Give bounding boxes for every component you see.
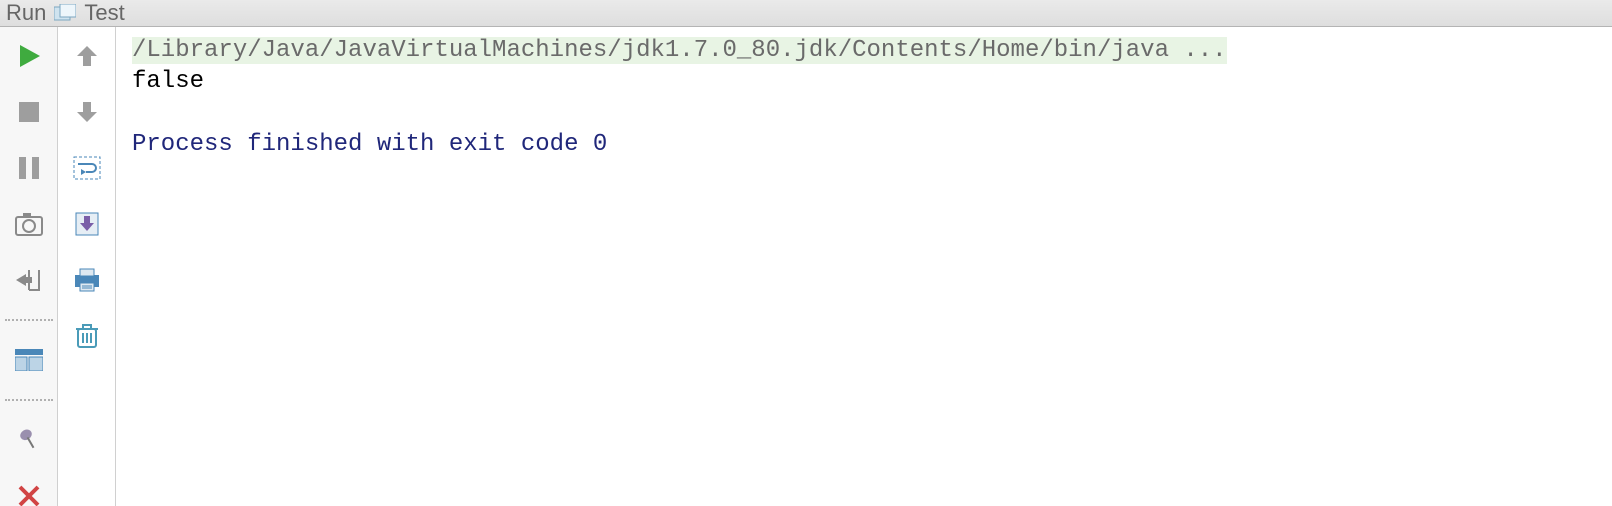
- print-icon: [73, 267, 101, 293]
- console-command-line: /Library/Java/JavaVirtualMachines/jdk1.7…: [132, 37, 1227, 64]
- run-config-tab-icon: [54, 4, 76, 22]
- scroll-down-button[interactable]: [68, 93, 106, 131]
- dump-threads-button[interactable]: [10, 205, 48, 243]
- trash-icon: [74, 323, 100, 349]
- arrow-down-icon: [75, 100, 99, 124]
- console-output[interactable]: /Library/Java/JavaVirtualMachines/jdk1.7…: [116, 27, 1612, 506]
- scroll-to-end-button[interactable]: [68, 205, 106, 243]
- pause-button[interactable]: [10, 149, 48, 187]
- pin-button[interactable]: [10, 421, 48, 459]
- separator: [5, 399, 53, 401]
- arrow-up-icon: [75, 44, 99, 68]
- print-button[interactable]: [68, 261, 106, 299]
- scroll-to-end-icon: [74, 211, 100, 237]
- separator: [5, 319, 53, 321]
- soft-wrap-icon: [73, 156, 101, 180]
- pause-icon: [18, 156, 40, 180]
- stop-icon: [18, 101, 40, 123]
- clear-all-button[interactable]: [68, 317, 106, 355]
- console-exit-line: Process finished with exit code 0: [132, 131, 607, 158]
- layout-button[interactable]: [10, 341, 48, 379]
- console-toolbar: [58, 27, 116, 506]
- close-icon: [18, 485, 40, 506]
- soft-wrap-button[interactable]: [68, 149, 106, 187]
- scroll-up-button[interactable]: [68, 37, 106, 75]
- tool-window-title: Run: [6, 0, 46, 26]
- run-config-name: Test: [84, 0, 124, 26]
- pin-icon: [17, 427, 41, 453]
- rerun-button[interactable]: [10, 37, 48, 75]
- run-icon: [16, 43, 42, 69]
- tool-window-titlebar: Run Test: [0, 0, 1612, 27]
- exit-button[interactable]: [10, 261, 48, 299]
- exit-icon: [16, 268, 42, 292]
- camera-icon: [15, 212, 43, 236]
- run-toolbar-left: [0, 27, 58, 506]
- stop-button[interactable]: [10, 93, 48, 131]
- console-stdout-line: false: [132, 68, 204, 95]
- layout-icon: [15, 349, 43, 371]
- close-button[interactable]: [10, 477, 48, 506]
- run-tool-window: Run Test: [0, 0, 1612, 506]
- tool-window-body: /Library/Java/JavaVirtualMachines/jdk1.7…: [0, 27, 1612, 506]
